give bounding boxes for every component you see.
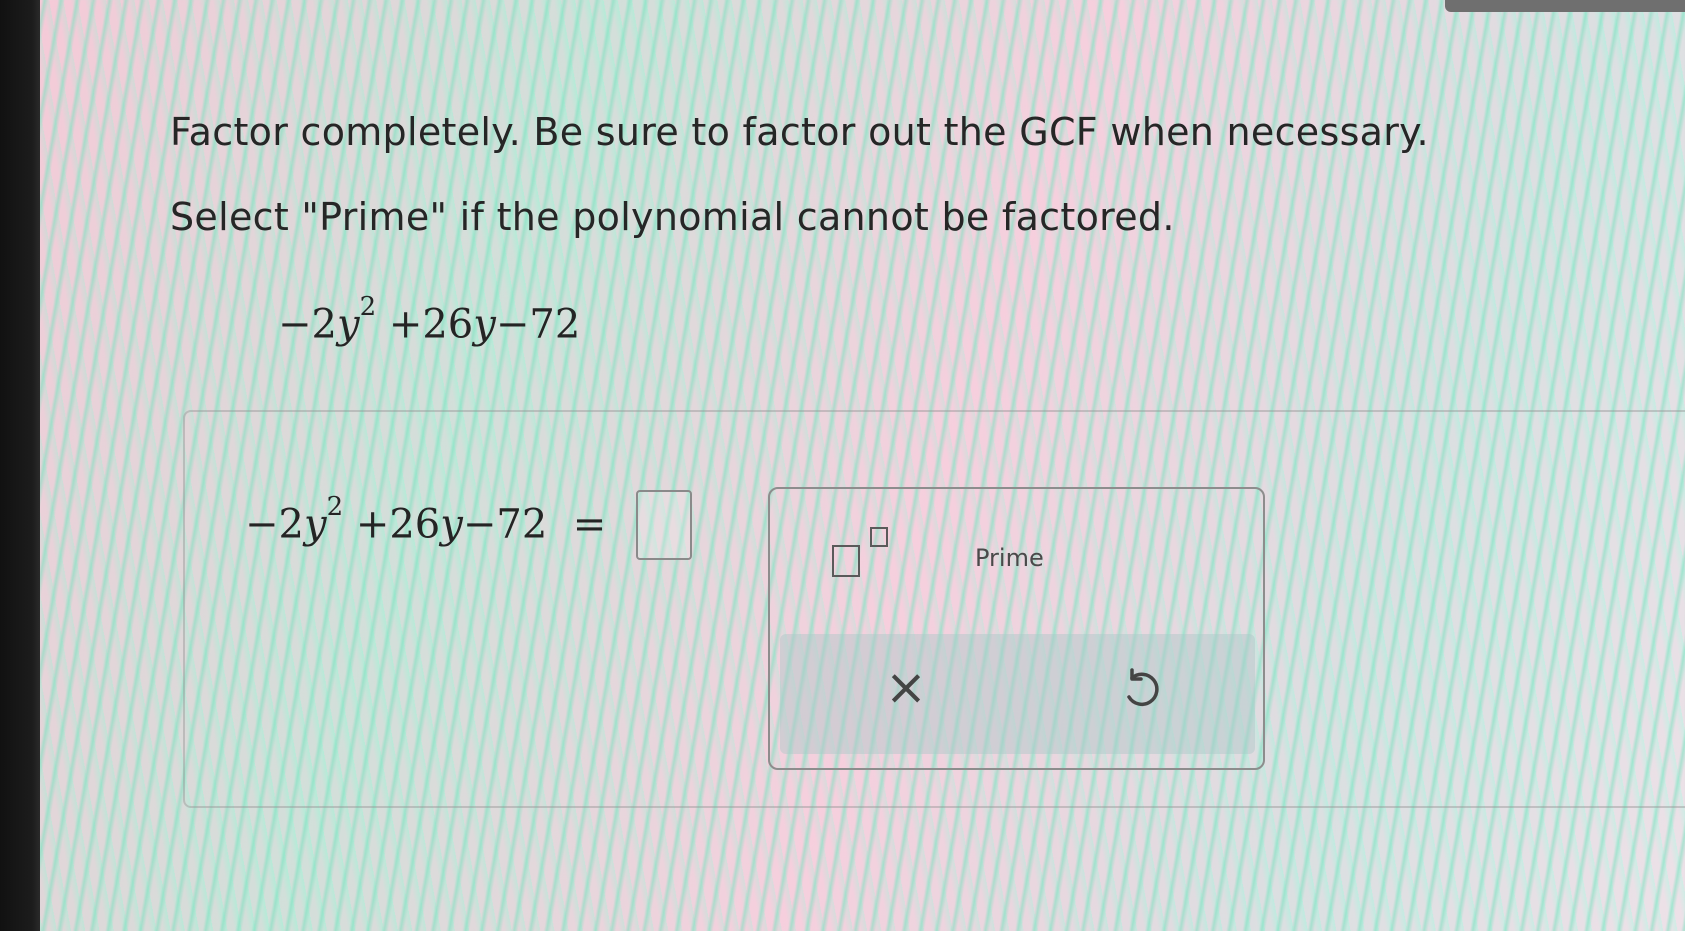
undo-icon[interactable] (1115, 664, 1165, 714)
eq-exponent: 2 (326, 492, 344, 522)
poly-term-2: +26 (388, 301, 474, 348)
exponent-power-box (870, 527, 888, 547)
poly-var-2: y (473, 301, 496, 348)
eq-var-1: y (303, 501, 327, 548)
top-edge-strip (1445, 0, 1685, 12)
polynomial-expression: −2y2 +26y−72 (278, 292, 581, 348)
poly-coef-1: −2 (278, 301, 337, 348)
exponent-template-icon[interactable] (832, 527, 902, 583)
screen-bezel (0, 0, 40, 931)
eq-var-2: y (440, 501, 463, 548)
poly-term-3: −72 (495, 301, 581, 348)
eq-term-2: +26 (355, 501, 441, 548)
math-keypad: Prime × (768, 487, 1265, 770)
eq-coef-1: −2 (245, 501, 304, 548)
keypad-action-bar: × (780, 634, 1255, 754)
question-prime-note: Select "Prime" if the polynomial cannot … (170, 195, 1175, 239)
poly-var-1: y (336, 301, 360, 348)
answer-input[interactable] (636, 490, 692, 560)
equals-sign: = (572, 501, 607, 548)
prime-button[interactable]: Prime (975, 544, 1044, 572)
answer-equation: −2y2 +26y−72 = (245, 492, 607, 548)
eq-term-3: −72 (462, 501, 548, 548)
exponent-base-box (832, 545, 860, 577)
undo-icon-svg (1127, 668, 1159, 707)
poly-exponent: 2 (359, 292, 377, 322)
question-instruction: Factor completely. Be sure to factor out… (170, 110, 1429, 154)
close-icon[interactable]: × (885, 662, 927, 712)
